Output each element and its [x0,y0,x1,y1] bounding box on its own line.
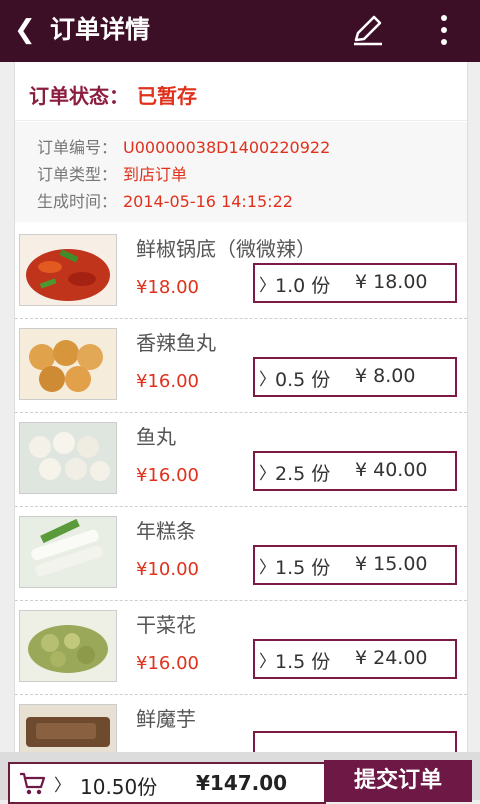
dish-image [19,234,117,306]
page-title: 订单详情 [50,15,151,44]
dish-name: 香辣鱼丸 [136,331,216,355]
quantity-box[interactable]: 〉 1.0 份 ¥ 18.00 [253,263,457,303]
order-status-row: 订单状态： 已暂存 [15,62,467,121]
dish-name: 鲜魔芋 [136,707,196,731]
edit-icon[interactable] [348,12,388,48]
expand-arrow-icon: 〉 [259,652,276,672]
order-status-label: 订单状态： [29,84,129,108]
dish-image [19,422,117,494]
item-subtotal: ¥ 18.00 [355,271,428,293]
title-bar: ❮ 订单详情 [0,0,480,62]
list-item[interactable]: 鲜椒锅底（微微辣） ¥18.00 〉 1.0 份 ¥ 18.00 [15,225,467,319]
order-item-list: 鲜椒锅底（微微辣） ¥18.00 〉 1.0 份 ¥ 18.00 香辣鱼丸 ¥1… [15,225,467,752]
expand-arrow-icon: 〉 [259,276,276,296]
order-info: 订单编号： U00000038D1400220922 订单类型： 到店订单 生成时间… [15,122,467,222]
order-type-value: 到店订单 [123,165,188,184]
list-item[interactable]: 鱼丸 ¥16.00 〉 2.5 份 ¥ 40.00 [15,413,467,507]
order-number-value: U00000038D1400220922 [123,138,331,157]
cart-total: ¥147.00 [196,771,288,795]
item-subtotal: ¥ 40.00 [355,459,428,481]
list-item[interactable]: 鲜魔芋 [15,695,467,752]
dish-image [19,704,117,752]
cart-bar: 〉 10.50份 ¥147.00 提交订单 [0,752,480,804]
expand-arrow-icon: 〉 [259,558,276,578]
quantity-box[interactable] [253,731,457,752]
item-subtotal: ¥ 15.00 [355,553,428,575]
order-number-label: 订单编号： [37,138,118,157]
dish-name: 年糕条 [136,519,196,543]
dish-image [19,516,117,588]
order-time-label: 生成时间： [37,192,118,211]
expand-arrow-icon: 〉 [259,464,276,484]
quantity-box[interactable]: 〉 2.5 份 ¥ 40.00 [253,451,457,491]
shopping-cart-icon [18,770,46,796]
quantity-box[interactable]: 〉 1.5 份 ¥ 24.00 [253,639,457,679]
dish-name: 鱼丸 [136,425,176,449]
item-subtotal: ¥ 8.00 [355,365,416,387]
quantity-value: 1.5 份 [275,557,331,579]
dish-image [19,328,117,400]
order-type-row: 订单类型： 到店订单 [37,161,187,187]
order-number-row: 订单编号： U00000038D1400220922 [37,134,330,160]
dish-price: ¥16.00 [136,653,199,674]
dish-name: 鲜椒锅底（微微辣） [136,237,316,261]
dish-price: ¥18.00 [136,277,199,298]
more-icon[interactable] [430,12,458,48]
quantity-value: 1.0 份 [275,275,331,297]
list-item[interactable]: 香辣鱼丸 ¥16.00 〉 0.5 份 ¥ 8.00 [15,319,467,413]
list-item[interactable]: 年糕条 ¥10.00 〉 1.5 份 ¥ 15.00 [15,507,467,601]
order-detail-panel: 订单状态： 已暂存 订单编号： U00000038D1400220922 订单类型… [14,62,468,752]
dish-price: ¥16.00 [136,465,199,486]
cart-quantity: 10.50份 [80,775,158,799]
quantity-value: 1.5 份 [275,651,331,673]
quantity-value: 0.5 份 [275,369,331,391]
expand-arrow-icon: 〉 [54,776,71,796]
back-icon[interactable]: ❮ [14,12,36,48]
submit-order-button[interactable]: 提交订单 [324,760,472,802]
expand-arrow-icon: 〉 [259,370,276,390]
item-subtotal: ¥ 24.00 [355,647,428,669]
quantity-box[interactable]: 〉 1.5 份 ¥ 15.00 [253,545,457,585]
order-time-value: 2014-05-16 14:15:22 [123,192,293,211]
list-item[interactable]: 干菜花 ¥16.00 〉 1.5 份 ¥ 24.00 [15,601,467,695]
order-type-label: 订单类型： [37,165,118,184]
quantity-value: 2.5 份 [275,463,331,485]
dish-price: ¥16.00 [136,371,199,392]
dish-price: ¥10.00 [136,559,199,580]
order-status-value: 已暂存 [137,84,197,108]
dish-image [19,610,117,682]
order-time-row: 生成时间： 2014-05-16 14:15:22 [37,188,293,214]
dish-name: 干菜花 [136,613,196,637]
cart-summary[interactable]: 〉 10.50份 ¥147.00 [8,762,326,804]
quantity-box[interactable]: 〉 0.5 份 ¥ 8.00 [253,357,457,397]
